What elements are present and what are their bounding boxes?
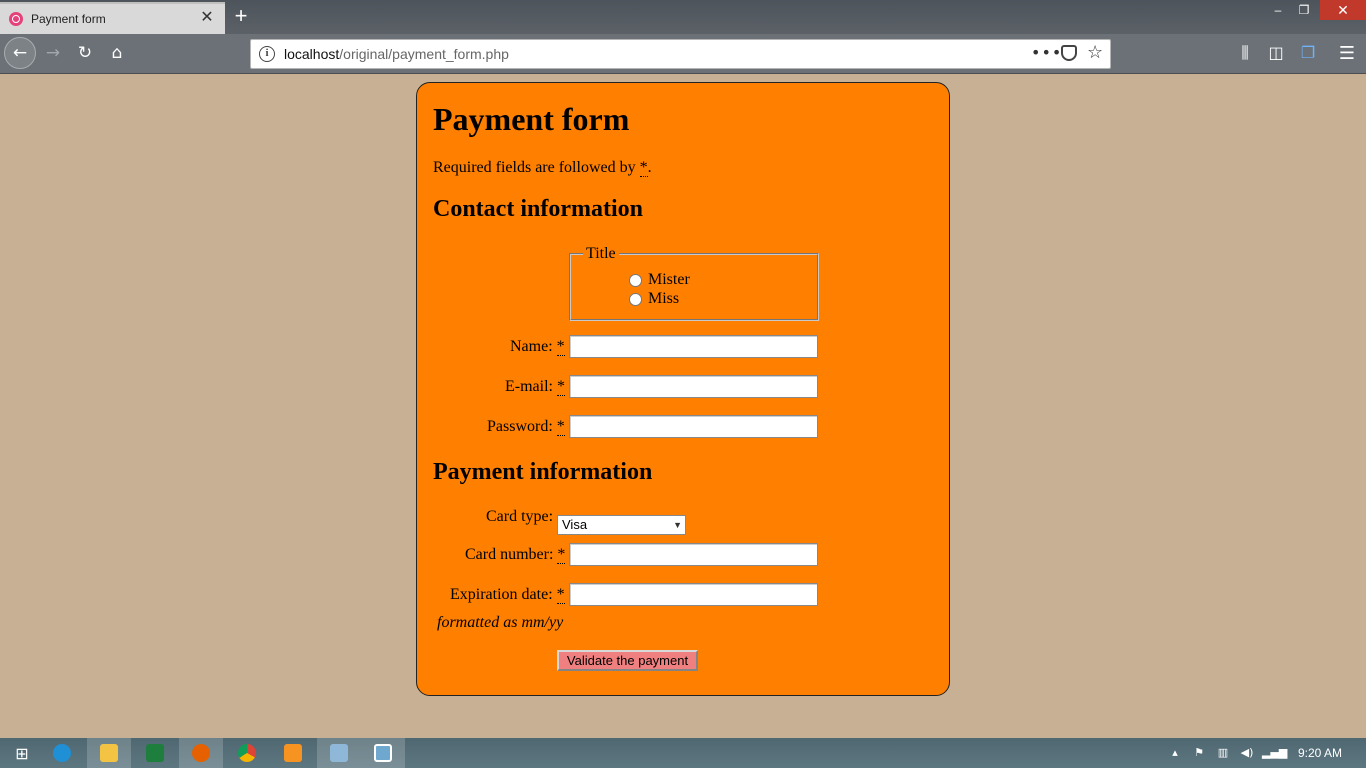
- miss-label: Miss: [648, 290, 680, 307]
- card-number-label-text: Card number:: [465, 546, 558, 563]
- required-marker: *: [556, 586, 565, 604]
- email-input[interactable]: [569, 375, 818, 398]
- windows-start-icon[interactable]: ⊞: [0, 738, 44, 768]
- url-host: localhost: [284, 46, 340, 62]
- required-marker: *: [557, 546, 566, 564]
- windows-logo-icon: ⊞: [15, 743, 29, 763]
- hamburger-menu-icon[interactable]: ☰: [1336, 43, 1358, 64]
- sync-tabs-icon[interactable]: ❐: [1297, 43, 1319, 62]
- sublime-text-icon[interactable]: [271, 738, 315, 768]
- email-label-text: E-mail:: [505, 378, 557, 395]
- miss-radio[interactable]: [629, 292, 642, 306]
- name-input[interactable]: [569, 335, 818, 358]
- chrome-glyph: [238, 744, 256, 762]
- reload-icon[interactable]: ↻: [70, 38, 100, 68]
- password-label: Password: *: [487, 418, 565, 436]
- address-bar[interactable]: i localhost/original/payment_form.php ••…: [250, 39, 1111, 69]
- title-option-mister[interactable]: Mister: [629, 271, 690, 289]
- excel-icon[interactable]: [133, 738, 177, 768]
- browser-tab[interactable]: Payment form ✕: [0, 2, 225, 34]
- sublime-glyph: [284, 744, 302, 762]
- site-favicon-icon: [9, 12, 23, 26]
- card-type-label: Card type:: [486, 508, 554, 525]
- close-window-button[interactable]: ✕: [1320, 0, 1366, 20]
- pocket-icon[interactable]: [1061, 45, 1077, 61]
- name-label: Name: *: [510, 338, 565, 356]
- photos-glyph: [374, 744, 392, 762]
- page-content: Payment form Required fields are followe…: [0, 75, 1366, 738]
- required-note-text: Required fields are followed by: [433, 159, 640, 176]
- url-text[interactable]: localhost/original/payment_form.php: [284, 46, 509, 62]
- action-flag-icon[interactable]: ⚑: [1190, 738, 1208, 768]
- network-device-icon[interactable]: ▥: [1214, 738, 1232, 768]
- card-number-label: Card number: *: [465, 546, 566, 564]
- close-tab-icon[interactable]: ✕: [198, 8, 216, 28]
- title-legend: Title: [583, 245, 619, 263]
- folder-glyph: [100, 744, 118, 762]
- chevron-down-icon: ▼: [673, 520, 682, 530]
- page-title: Payment form: [433, 101, 630, 137]
- firefox-icon[interactable]: [179, 738, 223, 768]
- required-marker: *: [556, 338, 565, 356]
- payment-form: Payment form Required fields are followe…: [416, 82, 950, 696]
- paint-icon[interactable]: [317, 738, 361, 768]
- forward-arrow-icon[interactable]: →: [38, 38, 68, 68]
- contact-information-heading: Contact information: [433, 196, 643, 222]
- card-number-input[interactable]: [569, 543, 818, 566]
- payment-information-heading: Payment information: [433, 459, 653, 485]
- bookmark-star-icon[interactable]: ☆: [1087, 42, 1103, 63]
- expiration-label-text: Expiration date:: [450, 586, 557, 603]
- expiration-date-label: Expiration date: *: [450, 586, 565, 604]
- taskbar-clock[interactable]: 9:20 AM: [1298, 738, 1342, 768]
- firefox-glyph: [192, 744, 210, 762]
- new-tab-icon[interactable]: +: [230, 3, 252, 29]
- browser-navbar: ← → ↻ ⌂ i localhost/original/payment_for…: [0, 34, 1366, 74]
- title-fieldset: Title Mister Miss: [569, 245, 819, 321]
- card-type-value: Visa: [562, 517, 588, 532]
- photos-icon[interactable]: [361, 738, 405, 768]
- required-marker: *: [556, 418, 565, 436]
- paint-glyph: [330, 744, 348, 762]
- password-label-text: Password:: [487, 418, 557, 435]
- validate-payment-button[interactable]: Validate the payment: [557, 650, 698, 671]
- ie-glyph: [53, 744, 71, 762]
- restore-window-button[interactable]: ❐: [1290, 0, 1318, 20]
- expiration-format-hint: formatted as mm/yy: [437, 614, 564, 631]
- url-path: /original/payment_form.php: [339, 46, 509, 62]
- expiration-date-input[interactable]: [569, 583, 818, 606]
- volume-icon[interactable]: ◀): [1238, 738, 1256, 768]
- sidebar-icon[interactable]: ◫: [1265, 43, 1287, 62]
- chrome-icon[interactable]: [225, 738, 269, 768]
- excel-glyph: [146, 744, 164, 762]
- home-icon[interactable]: ⌂: [102, 38, 132, 68]
- required-marker: *: [639, 159, 648, 177]
- required-note: Required fields are followed by *.: [433, 159, 652, 177]
- tab-title: Payment form: [31, 12, 106, 26]
- site-info-icon[interactable]: i: [259, 46, 275, 62]
- minimize-window-button[interactable]: –: [1264, 0, 1292, 20]
- library-icon[interactable]: ⫼: [1234, 43, 1256, 63]
- name-label-text: Name:: [510, 338, 557, 355]
- required-note-end: .: [647, 159, 652, 176]
- browser-titlebar: Payment form ✕ + – ❐ ✕: [0, 0, 1366, 34]
- password-input[interactable]: [569, 415, 818, 438]
- title-option-miss[interactable]: Miss: [629, 290, 679, 308]
- internet-explorer-icon[interactable]: [40, 738, 84, 768]
- mister-radio[interactable]: [629, 273, 642, 287]
- file-explorer-icon[interactable]: [87, 738, 131, 768]
- back-arrow-icon[interactable]: ←: [4, 37, 36, 69]
- page-actions-icon[interactable]: •••: [1031, 43, 1062, 62]
- mister-label: Mister: [648, 271, 690, 288]
- windows-taskbar: ⊞ ▴ ⚑ ▥ ◀) ▂▄▆ 9:20 AM: [0, 738, 1366, 768]
- show-hidden-icons-icon[interactable]: ▴: [1168, 738, 1182, 768]
- wifi-signal-icon[interactable]: ▂▄▆: [1262, 738, 1287, 768]
- required-marker: *: [556, 378, 565, 396]
- email-label: E-mail: *: [505, 378, 565, 396]
- card-type-select[interactable]: Visa ▼: [557, 515, 686, 535]
